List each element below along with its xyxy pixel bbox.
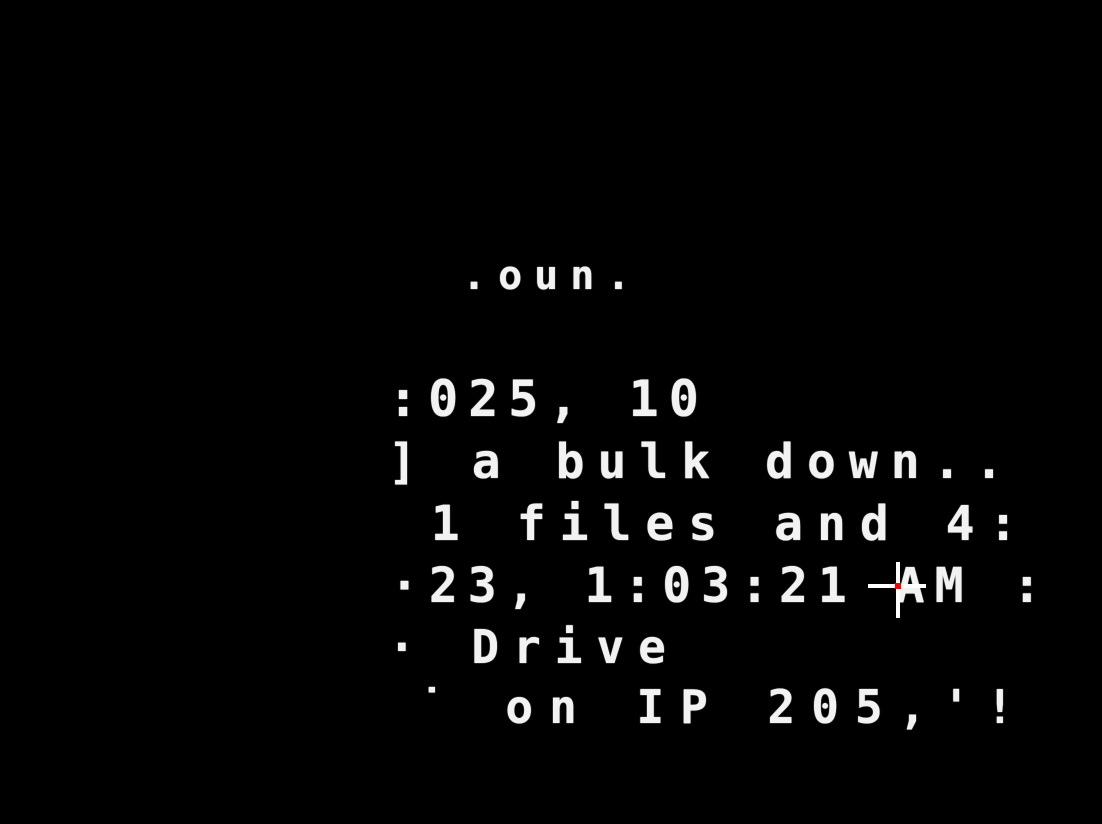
text-line-2: :025, 10 [388,370,709,428]
text-line-1: .oun. [462,253,643,299]
text-line-4: 1 files and 4: [388,496,1032,552]
text-line-5: ·23, 1:03:21 AM : [390,558,1052,614]
terminal-screen: .oun. :025, 10 ] a bulk down.. 1 files a… [0,0,1102,824]
crosshair-cursor-icon [868,562,926,618]
text-line-7: ˙ on IP 205,'! [418,680,1030,734]
cursor-hotspot [895,583,901,589]
text-line-3: ] a bulk down.. [388,434,1017,490]
text-line-6: · Drive [388,620,680,674]
